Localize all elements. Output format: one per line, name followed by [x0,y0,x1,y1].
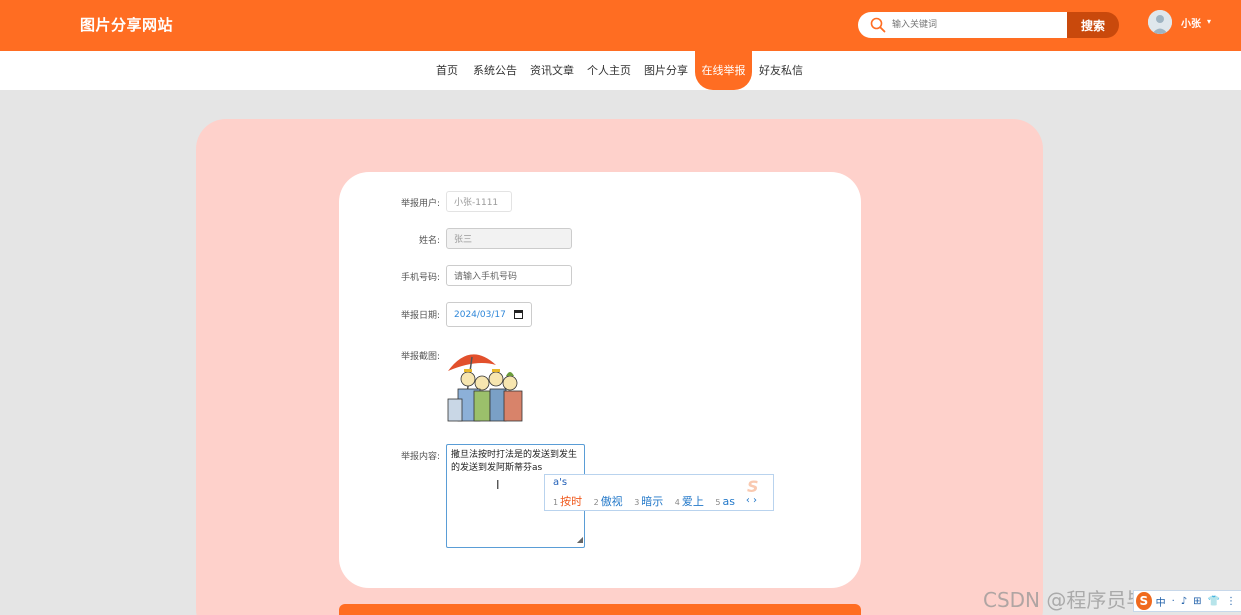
submit-bar[interactable] [339,604,861,615]
ime-candidates: 1 按时 2 傲视 3 暗示 4 爱上 5 as [553,493,743,509]
ime-candidate-popup: a's S 1 按时 2 傲视 3 暗示 4 爱上 5 as ‹ › [544,474,774,511]
sogou-toolbar-logo-icon[interactable]: S [1136,592,1152,610]
header-bar: 图片分享网站 搜索 小张 ▾ [0,0,1241,51]
search-button[interactable]: 搜索 [1067,12,1119,38]
ime-page-arrows[interactable]: ‹ › [746,495,757,506]
avatar[interactable] [1148,10,1172,34]
calendar-icon[interactable] [514,310,523,319]
ime-composition: a's [553,477,568,488]
reporter-value: 小张-1111 [454,198,499,208]
search-icon [864,12,892,38]
nav-item-home[interactable]: 首页 [432,51,462,90]
search-box [858,12,1068,38]
reporter-label: 举报用户: [400,199,440,209]
ime-candidate[interactable]: 5 as [715,495,735,508]
report-content-text: 撒旦法按时打法是的发送到发生的发送到发阿斯蒂芬as [451,450,578,473]
phone-placeholder: 请输入手机号码 [454,272,518,282]
phone-label: 手机号码: [400,273,440,283]
nav-item-articles[interactable]: 资讯文章 [527,51,577,90]
ime-toolbar: S 中 · ♪ ⊞ 👕 ⋮ [1133,590,1241,612]
name-field: 张三 [446,228,572,249]
date-value: 2024/03/17 [454,309,506,320]
sogou-logo-icon: S [747,477,759,496]
nav-item-announcements[interactable]: 系统公告 [470,51,520,90]
ime-candidate[interactable]: 3 暗示 [634,495,663,508]
microphone-icon[interactable]: ♪ [1181,596,1187,607]
content-label: 举报内容: [400,452,440,462]
search-input[interactable] [892,14,1052,36]
ime-mode-toggle[interactable]: 中 [1156,594,1166,609]
text-cursor-icon: I [496,478,500,492]
ime-candidate[interactable]: 2 傲视 [594,495,623,508]
more-icon[interactable]: ⋮ [1226,596,1236,607]
date-field[interactable]: 2024/03/17 [446,302,532,327]
chevron-down-icon[interactable]: ▾ [1207,17,1211,26]
keyboard-icon[interactable]: ⊞ [1193,596,1201,607]
date-label: 举报日期: [400,311,440,321]
name-value: 张三 [454,235,473,245]
reporter-field: 小张-1111 [446,191,512,212]
username[interactable]: 小张 [1181,15,1201,30]
screenshot-label: 举报截图: [400,352,440,362]
nav-item-online-report[interactable]: 在线举报 [695,51,752,90]
ime-punct-toggle[interactable]: · [1172,596,1175,607]
phone-field[interactable]: 请输入手机号码 [446,265,572,286]
ime-candidate[interactable]: 4 爱上 [675,495,704,508]
report-screenshot-image[interactable] [446,343,526,423]
name-label: 姓名: [418,236,440,246]
site-title[interactable]: 图片分享网站 [80,14,173,35]
skin-icon[interactable]: 👕 [1208,596,1220,607]
main-nav: 首页 系统公告 资讯文章 个人主页 图片分享 在线举报 好友私信 [0,51,1241,90]
resize-handle-icon[interactable]: ◢ [577,533,583,546]
nav-item-messages[interactable]: 好友私信 [756,51,806,90]
nav-item-image-share[interactable]: 图片分享 [641,51,691,90]
nav-item-profile[interactable]: 个人主页 [584,51,634,90]
ime-candidate[interactable]: 1 按时 [553,495,582,508]
